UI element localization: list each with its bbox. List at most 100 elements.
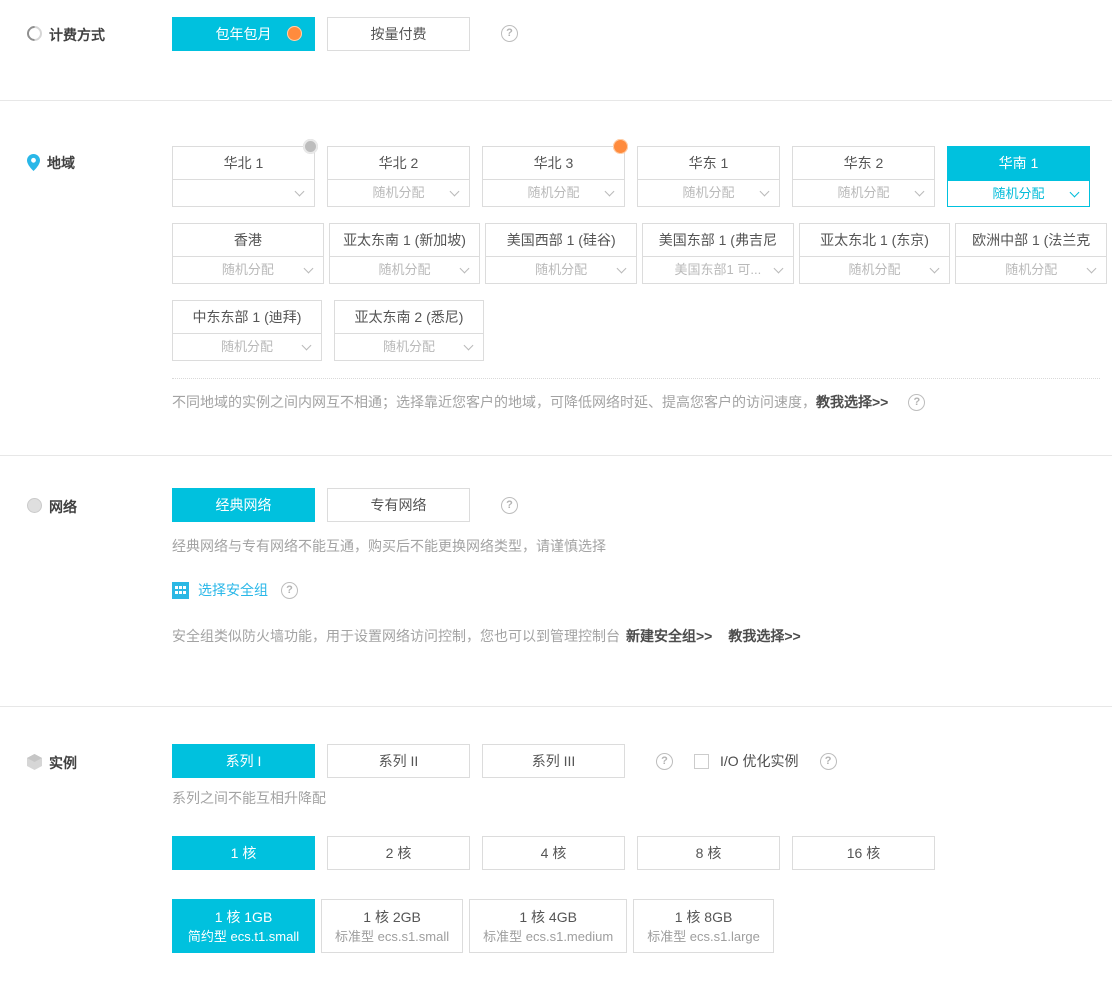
zone-select[interactable]: 随机分配	[482, 180, 625, 207]
network-label-group: 网络	[0, 456, 172, 646]
billing-option-label: 按量付费	[371, 26, 427, 42]
chevron-down-icon	[302, 341, 312, 351]
zone-select[interactable]: 随机分配	[172, 257, 324, 284]
region-name[interactable]: 华东 1	[637, 146, 780, 180]
region-name[interactable]: 美国东部 1 (弗吉尼	[642, 223, 794, 257]
zone-value: 随机分配	[849, 262, 901, 277]
region-name[interactable]: 中东东部 1 (迪拜)	[172, 300, 322, 334]
zone-value: 随机分配	[222, 262, 274, 277]
billing-label-group: 计费方式	[0, 17, 172, 100]
zone-select[interactable]: 随机分配	[485, 257, 637, 284]
region-label: 地域	[47, 153, 75, 173]
series-2-button[interactable]: 系列 II	[327, 744, 470, 778]
region-name[interactable]: 华北 1	[172, 146, 315, 180]
create-security-group-link[interactable]: 新建安全组>>	[626, 626, 712, 646]
region-name[interactable]: 亚太东南 1 (新加坡)	[329, 223, 481, 257]
region-cell-eu-central-1[interactable]: 欧洲中部 1 (法兰克 随机分配	[955, 223, 1107, 284]
region-help-icon[interactable]: ?	[908, 394, 925, 411]
security-teach-me-link[interactable]: 教我选择>>	[728, 626, 800, 646]
region-cell-huanan-1[interactable]: 华南 1 随机分配	[947, 146, 1090, 207]
region-name[interactable]: 欧洲中部 1 (法兰克	[955, 223, 1107, 257]
type-spec: 1 核 2GB	[335, 908, 449, 927]
io-optimized-checkbox[interactable]	[694, 754, 709, 769]
chevron-down-icon	[303, 264, 313, 274]
type-ecs-s1-small-button[interactable]: 1 核 2GB 标准型 ecs.s1.small	[321, 899, 463, 953]
core-8-button[interactable]: 8 核	[637, 836, 780, 870]
billing-help-icon[interactable]: ?	[501, 25, 518, 42]
core-2-button[interactable]: 2 核	[327, 836, 470, 870]
billing-option-prepaid-button[interactable]: 包年包月	[172, 17, 315, 51]
promo-badge-icon	[613, 139, 628, 154]
region-name[interactable]: 华北 2	[327, 146, 470, 180]
zone-value: 随机分配	[379, 262, 431, 277]
zone-select[interactable]: 随机分配	[792, 180, 935, 207]
zone-value: 随机分配	[372, 185, 424, 200]
series-3-button[interactable]: 系列 III	[482, 744, 625, 778]
io-help-icon[interactable]: ?	[820, 753, 837, 770]
region-name[interactable]: 亚太东南 2 (悉尼)	[334, 300, 484, 334]
select-security-group-link[interactable]: 选择安全组	[198, 580, 268, 600]
zone-select[interactable]: 随机分配	[327, 180, 470, 207]
region-name[interactable]: 华东 2	[792, 146, 935, 180]
location-pin-icon	[27, 154, 40, 171]
region-cell-huadong-2[interactable]: 华东 2 随机分配	[792, 146, 935, 207]
region-cell-me-east-1[interactable]: 中东东部 1 (迪拜) 随机分配	[172, 300, 322, 361]
type-ecs-t1-small-button[interactable]: 1 核 1GB 简约型 ecs.t1.small	[172, 899, 315, 953]
region-cell-huabei-2[interactable]: 华北 2 随机分配	[327, 146, 470, 207]
region-cell-us-west-1[interactable]: 美国西部 1 (硅谷) 随机分配	[485, 223, 637, 284]
region-cell-ap-southeast-2[interactable]: 亚太东南 2 (悉尼) 随机分配	[334, 300, 484, 361]
region-cell-hongkong[interactable]: 香港 随机分配	[172, 223, 324, 284]
zone-select[interactable]: 随机分配	[955, 257, 1107, 284]
zone-select[interactable]: 随机分配	[947, 180, 1090, 207]
core-1-button[interactable]: 1 核	[172, 836, 315, 870]
core-16-button[interactable]: 16 核	[792, 836, 935, 870]
region-teach-me-link[interactable]: 教我选择>>	[816, 392, 888, 412]
region-cell-huabei-1[interactable]: 华北 1	[172, 146, 315, 207]
zone-select[interactable]	[172, 180, 315, 207]
zone-select[interactable]: 随机分配	[637, 180, 780, 207]
region-name[interactable]: 香港	[172, 223, 324, 257]
region-name[interactable]: 亚太东北 1 (东京)	[799, 223, 951, 257]
billing-option-label: 包年包月	[216, 26, 272, 42]
region-name[interactable]: 华北 3	[482, 146, 625, 180]
zone-select[interactable]: 随机分配	[334, 334, 484, 361]
region-section: 地域 华北 1 华北 2 随机分配 华北 3 随机分配 华东 1 随机分配	[0, 101, 1112, 455]
core-label: 2 核	[386, 845, 412, 861]
billing-option-postpaid-button[interactable]: 按量付费	[327, 17, 470, 51]
region-cell-huadong-1[interactable]: 华东 1 随机分配	[637, 146, 780, 207]
chevron-down-icon	[915, 187, 925, 197]
region-name[interactable]: 华南 1	[947, 146, 1090, 180]
type-ecs-s1-medium-button[interactable]: 1 核 4GB 标准型 ecs.s1.medium	[469, 899, 627, 953]
type-ecs-s1-large-button[interactable]: 1 核 8GB 标准型 ecs.s1.large	[633, 899, 774, 953]
region-name[interactable]: 美国西部 1 (硅谷)	[485, 223, 637, 257]
zone-select[interactable]: 随机分配	[329, 257, 481, 284]
zone-value: 随机分配	[383, 339, 435, 354]
series-help-icon[interactable]: ?	[656, 753, 673, 770]
series-1-button[interactable]: 系列 I	[172, 744, 315, 778]
instance-label-group: 实例	[0, 707, 172, 953]
security-group-icon	[172, 582, 189, 599]
core-4-button[interactable]: 4 核	[482, 836, 625, 870]
region-cell-huabei-3[interactable]: 华北 3 随机分配	[482, 146, 625, 207]
zone-select[interactable]: 随机分配	[799, 257, 951, 284]
zone-value: 美国东部1 可...	[675, 262, 762, 277]
security-group-help-icon[interactable]: ?	[281, 582, 298, 599]
network-classic-button[interactable]: 经典网络	[172, 488, 315, 522]
region-cell-ap-northeast-1[interactable]: 亚太东北 1 (东京) 随机分配	[799, 223, 951, 284]
series-label: 系列 III	[532, 753, 576, 769]
billing-clock-icon	[24, 23, 45, 44]
network-option-label: 专有网络	[371, 497, 427, 513]
network-help-icon[interactable]: ?	[501, 497, 518, 514]
zone-select[interactable]: 美国东部1 可...	[642, 257, 794, 284]
dotted-divider	[172, 378, 1100, 379]
chevron-down-icon	[760, 187, 770, 197]
zone-value: 随机分配	[221, 339, 273, 354]
series-label: 系列 II	[379, 753, 419, 769]
network-vpc-button[interactable]: 专有网络	[327, 488, 470, 522]
region-cell-ap-southeast-1[interactable]: 亚太东南 1 (新加坡) 随机分配	[329, 223, 481, 284]
type-name: 标准型 ecs.s1.small	[335, 927, 449, 946]
zone-value: 随机分配	[992, 186, 1044, 201]
region-cell-us-east-1[interactable]: 美国东部 1 (弗吉尼 美国东部1 可...	[642, 223, 794, 284]
zone-select[interactable]: 随机分配	[172, 334, 322, 361]
promo-badge-icon	[287, 26, 302, 41]
